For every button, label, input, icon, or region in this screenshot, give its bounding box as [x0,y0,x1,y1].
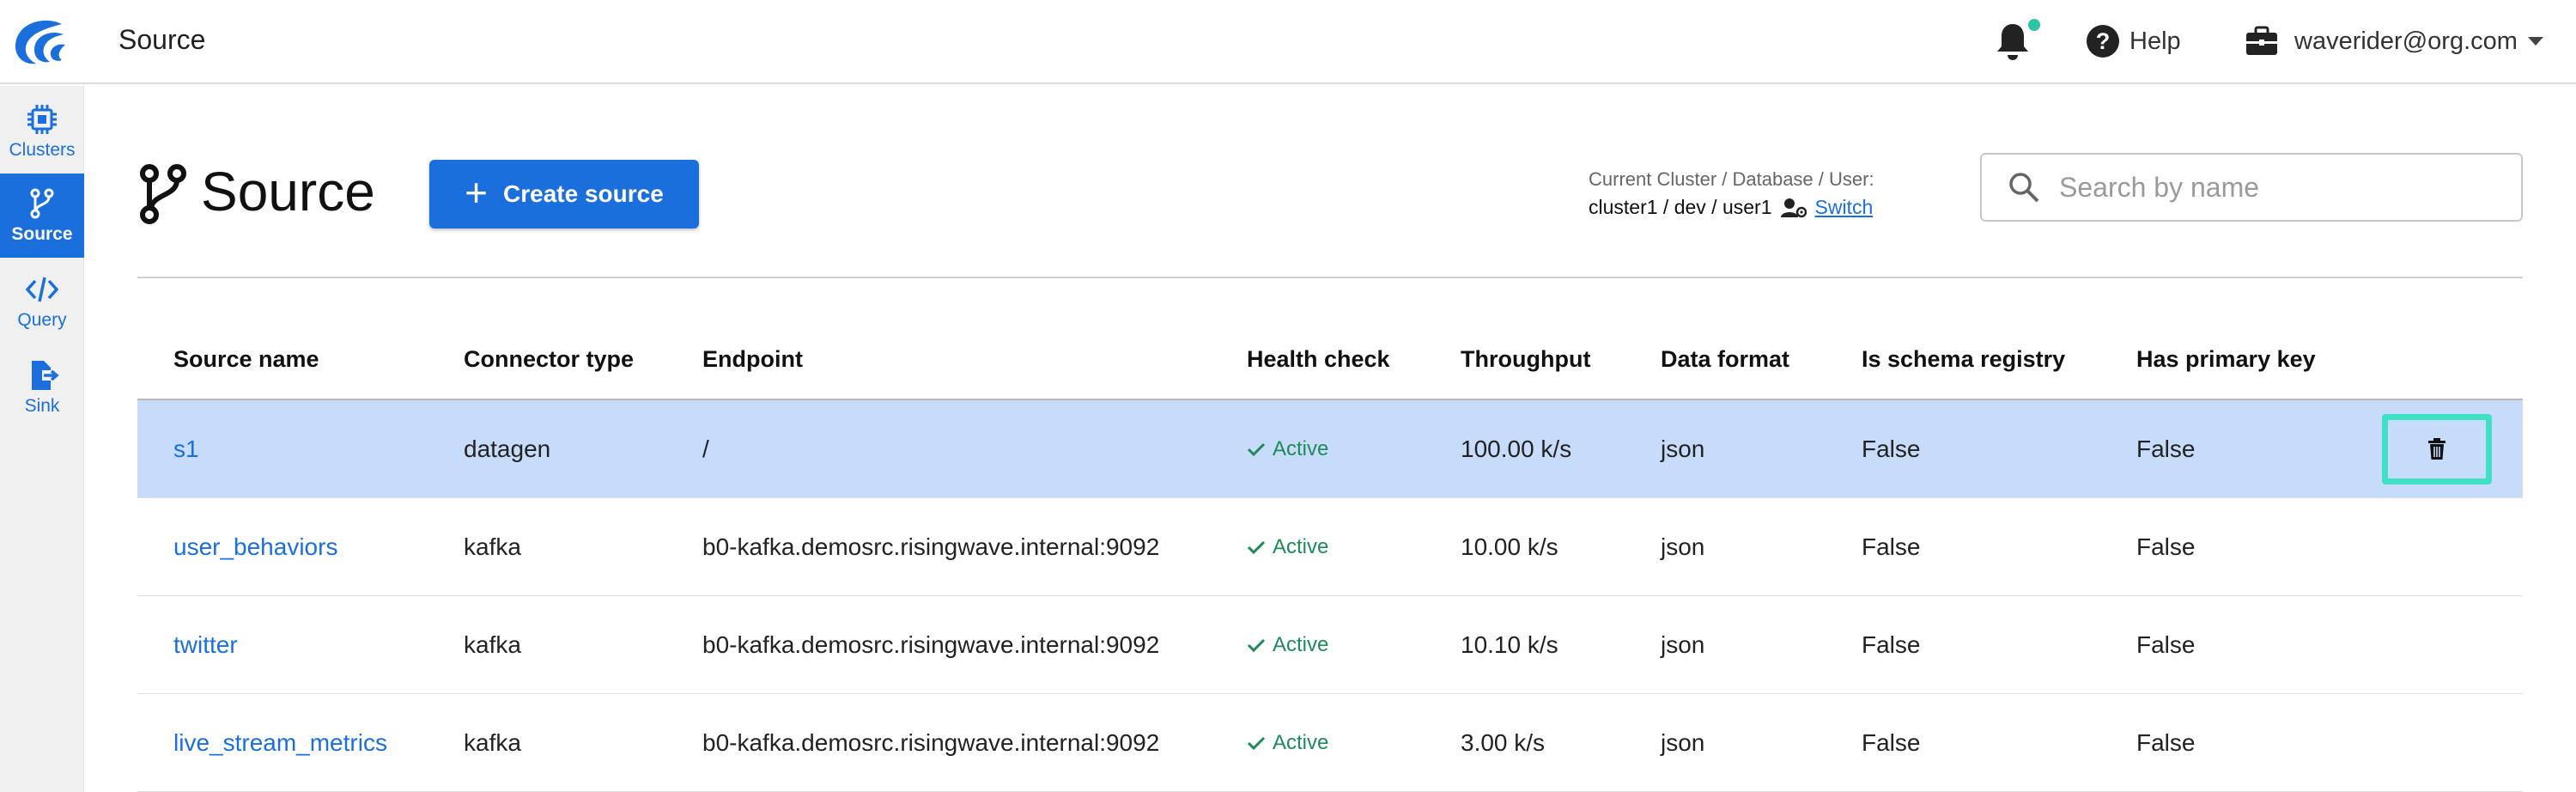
data-format: json [1661,435,1705,462]
source-name-link[interactable]: s1 [173,436,199,463]
sidebar-item-label: Sink [24,396,60,416]
source-name-link[interactable]: live_stream_metrics [173,729,387,757]
sink-export-icon [32,361,59,390]
search-input[interactable] [2059,171,2506,204]
sidebar-item-sink[interactable]: Sink [0,345,84,430]
top-bar: Source ? Help waverider@org.com [0,0,2576,84]
search-box[interactable] [1980,153,2523,222]
connector-type: kafka [464,533,521,560]
sidebar-item-source[interactable]: Source [0,174,84,258]
health-label: Active [1273,632,1329,656]
help-button[interactable]: ? Help [2087,22,2181,60]
search-icon [2009,173,2039,203]
wave-logo-icon[interactable] [10,15,67,67]
has-primary-key: False [2136,435,2196,462]
user-switch-icon [1780,198,1807,217]
plus-icon: + [465,170,489,215]
table-header: Source name Connector type Endpoint Heal… [137,320,2523,400]
column-header[interactable]: Has primary key [2136,346,2316,373]
throughput: 10.10 k/s [1461,631,1558,658]
help-label: Help [2129,27,2181,55]
endpoint: b0-kafka.demosrc.risingwave.internal:909… [702,728,1160,756]
data-format: json [1661,728,1705,756]
sidebar-item-query[interactable]: Query [0,259,84,344]
code-icon [25,277,59,302]
chip-icon [27,105,57,134]
health-status: Active [1247,633,1328,657]
context-value: cluster1 / dev / user1 [1589,196,1772,218]
health-label: Active [1273,534,1329,558]
source-branch-icon [140,164,186,224]
endpoint: / [702,435,709,462]
source-name-link[interactable]: user_behaviors [173,533,337,561]
column-header[interactable]: Connector type [464,346,634,373]
column-header[interactable]: Throughput [1461,346,1590,373]
endpoint: b0-kafka.demosrc.risingwave.internal:909… [702,533,1160,560]
sidebar: Clusters Source Query Sink [0,86,84,792]
throughput: 3.00 k/s [1461,728,1546,756]
connector-type: kafka [464,631,521,658]
column-header[interactable]: Endpoint [702,346,803,373]
switch-link[interactable]: Switch [1815,196,1874,219]
column-header[interactable]: Is schema registry [1862,346,2065,373]
user-email: waverider@org.com [2294,27,2518,55]
notification-bell-icon[interactable] [1994,21,2032,62]
check-icon [1247,540,1266,554]
context-value-row: cluster1 / dev / user1 Switch [1589,196,1873,219]
throughput: 10.00 k/s [1461,533,1558,560]
create-source-label: Create source [503,180,664,207]
create-source-button[interactable]: + Create source [429,160,699,228]
check-icon [1247,638,1266,652]
is-schema-registry: False [1862,533,1921,560]
data-format: json [1661,631,1705,658]
column-header[interactable]: Health check [1247,346,1390,373]
context-label: Current Cluster / Database / User: [1589,168,1874,190]
health-status: Active [1247,535,1328,559]
throughput: 100.00 k/s [1461,435,1572,462]
has-primary-key: False [2136,728,2196,756]
source-branch-icon [30,188,54,219]
chevron-down-icon [2527,37,2543,46]
user-menu[interactable]: waverider@org.com [2245,21,2543,62]
connector-type: kafka [464,728,521,756]
notification-dot [2028,19,2040,31]
sidebar-item-label: Query [17,310,67,330]
has-primary-key: False [2136,631,2196,658]
endpoint: b0-kafka.demosrc.risingwave.internal:909… [702,631,1160,658]
page-title: Source [201,161,375,222]
source-name-link[interactable]: twitter [173,631,238,659]
health-label: Active [1273,730,1329,754]
app-title: Source [118,24,206,55]
sidebar-item-label: Source [11,224,73,244]
column-header[interactable]: Data format [1661,346,1789,373]
health-status: Active [1247,731,1328,755]
health-label: Active [1273,436,1329,460]
check-icon [1247,442,1266,456]
column-header[interactable]: Source name [173,346,319,373]
briefcase-icon [2246,26,2277,55]
help-question-icon: ? [2087,25,2119,58]
has-primary-key: False [2136,533,2196,560]
check-icon [1247,736,1266,750]
trash-icon [2428,438,2445,460]
divider [137,277,2523,278]
sidebar-item-label: Clusters [9,140,76,160]
is-schema-registry: False [1862,631,1921,658]
connector-type: datagen [464,435,551,462]
health-status: Active [1247,437,1328,461]
table-row[interactable]: user_behaviors kafka b0-kafka.demosrc.ri… [137,498,2523,596]
delete-button[interactable] [2382,414,2492,484]
table-row[interactable]: twitter kafka b0-kafka.demosrc.risingwav… [137,596,2523,694]
table-row[interactable]: live_stream_metrics kafka b0-kafka.demos… [137,694,2523,792]
sources-table: Source name Connector type Endpoint Heal… [137,320,2523,792]
is-schema-registry: False [1862,728,1921,756]
data-format: json [1661,533,1705,560]
sidebar-item-clusters[interactable]: Clusters [0,89,84,174]
is-schema-registry: False [1862,435,1921,462]
table-row[interactable]: s1 datagen / Active 100.00 k/s json Fals… [137,400,2523,498]
